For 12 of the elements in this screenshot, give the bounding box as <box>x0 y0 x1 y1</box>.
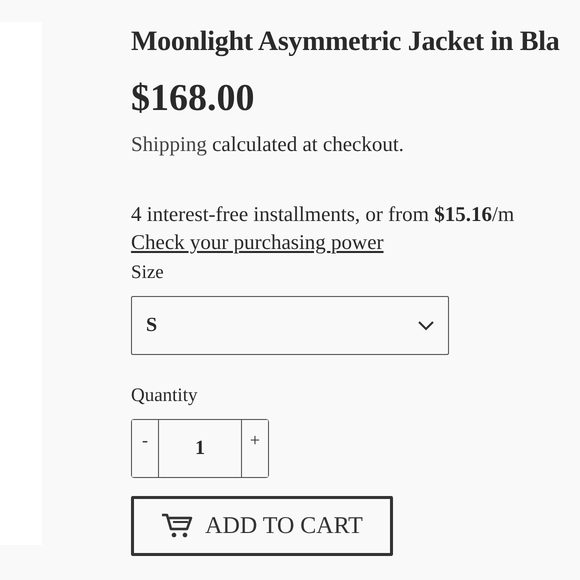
installments-text: 4 interest-free installments, or from $15.16/m <box>131 201 514 228</box>
product-price: $168.00 <box>131 76 254 120</box>
shipping-link[interactable]: Shipping <box>131 132 207 156</box>
product-title: Moonlight Asymmetric Jacket in Bla <box>131 25 560 59</box>
chevron-down-icon <box>418 320 434 330</box>
purchasing-power-link[interactable]: Check your purchasing power <box>131 228 384 256</box>
quantity-label: Quantity <box>131 384 198 408</box>
add-to-cart-button[interactable]: ADD TO CART <box>131 496 393 556</box>
shipping-note: calculated at checkout. <box>212 132 404 156</box>
size-select[interactable]: S <box>131 296 449 355</box>
size-label: Size <box>131 261 164 285</box>
cart-icon <box>161 513 194 539</box>
